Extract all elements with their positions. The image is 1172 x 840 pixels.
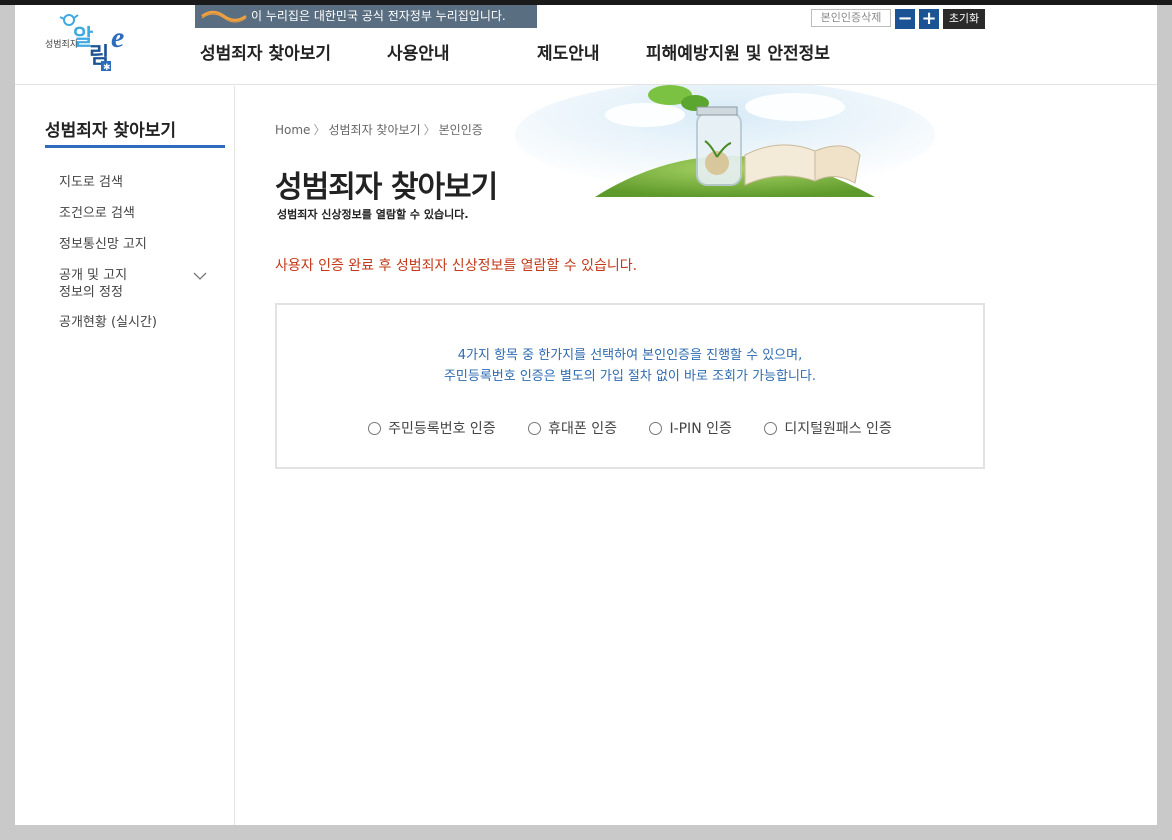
radio-button[interactable] xyxy=(368,422,382,435)
breadcrumb-current: 본인인증 xyxy=(438,123,483,137)
page-frame: 성범죄자 알 림 e ✱ 이 누리집은 대한민국 공식 전자정부 누리집입니다.… xyxy=(15,5,1157,825)
reset-zoom-button[interactable]: 초기화 xyxy=(943,9,985,29)
sidebar-item-network-notice[interactable]: 정보통신망 고지 xyxy=(59,236,147,253)
site-logo[interactable]: 성범죄자 알 림 e ✱ xyxy=(43,11,135,73)
radio-button[interactable] xyxy=(764,422,778,435)
zoom-in-button[interactable]: + xyxy=(919,9,939,29)
auth-guide-text: 4가지 항목 중 한가지를 선택하여 본인인증을 진행할 수 있으며, 주민등록… xyxy=(277,345,983,387)
gov-banner-text: 이 누리집은 대한민국 공식 전자정부 누리집입니다. xyxy=(251,9,506,23)
sidebar: 성범죄자 찾아보기 지도로 검색 조건으로 검색 정보통신망 고지 공개 및 고… xyxy=(15,86,235,825)
svg-text:✱: ✱ xyxy=(103,62,111,72)
auth-options: 주민등록번호 인증 휴대폰 인증 I-PIN 인증 디지털원패스 인증 xyxy=(277,418,983,438)
radio-button[interactable] xyxy=(649,422,663,435)
breadcrumb-separator-icon: 〉 xyxy=(313,123,326,137)
eg-emblem-icon xyxy=(201,10,247,23)
sidebar-item-map-search[interactable]: 지도로 검색 xyxy=(59,174,123,191)
site-header: 성범죄자 알 림 e ✱ 이 누리집은 대한민국 공식 전자정부 누리집입니다.… xyxy=(15,5,1157,85)
breadcrumb-home[interactable]: Home xyxy=(275,123,310,137)
nav-prevention-support[interactable]: 피해예방지원 및 안전정보 xyxy=(646,39,830,64)
auth-option-resident-number[interactable]: 주민등록번호 인증 xyxy=(368,418,496,438)
auth-option-label: 디지털원패스 인증 xyxy=(784,421,892,437)
auth-option-ipin[interactable]: I-PIN 인증 xyxy=(649,418,732,438)
breadcrumb-find-offender[interactable]: 성범죄자 찾아보기 xyxy=(328,123,420,137)
chevron-down-icon[interactable] xyxy=(193,272,207,281)
sidebar-item-disclosure-status[interactable]: 공개현황 (실시간) xyxy=(59,314,157,331)
sidebar-item-correction[interactable]: 공개 및 고지 정보의 정정 xyxy=(59,267,127,301)
auth-guide-line2: 주민등록번호 인증은 별도의 가입 절차 없이 바로 조회가 가능합니다. xyxy=(443,369,817,384)
breadcrumb-separator-icon: 〉 xyxy=(423,123,436,137)
svg-text:e: e xyxy=(111,21,124,54)
page-description: 성범죄자 신상정보를 열람할 수 있습니다. xyxy=(277,208,469,221)
delete-auth-button[interactable]: 본인인증삭제 xyxy=(811,9,891,27)
sidebar-item-correction-line2: 정보의 정정 xyxy=(59,285,123,300)
auth-notice: 사용자 인증 완료 후 성범죄자 신상정보를 열람할 수 있습니다. xyxy=(275,258,638,274)
radio-button[interactable] xyxy=(528,422,542,435)
nav-usage-guide[interactable]: 사용안내 xyxy=(387,39,450,64)
header-visual-jar-illustration xyxy=(515,85,935,197)
auth-option-mobile[interactable]: 휴대폰 인증 xyxy=(528,418,617,438)
auth-option-label: I-PIN 인증 xyxy=(669,421,732,437)
sidebar-item-correction-line1: 공개 및 고지 xyxy=(59,268,128,283)
auth-option-label: 휴대폰 인증 xyxy=(548,421,617,437)
breadcrumb: Home 〉 성범죄자 찾아보기 〉 본인인증 xyxy=(275,121,483,138)
gov-banner: 이 누리집은 대한민국 공식 전자정부 누리집입니다. xyxy=(195,5,537,28)
auth-option-label: 주민등록번호 인증 xyxy=(388,421,496,437)
nav-find-offender[interactable]: 성범죄자 찾아보기 xyxy=(200,39,331,64)
auth-option-digital-onepass[interactable]: 디지털원패스 인증 xyxy=(764,418,892,438)
nav-system-guide[interactable]: 제도안내 xyxy=(537,39,600,64)
page-title: 성범죄자 찾아보기 xyxy=(275,170,498,205)
auth-guide-line1: 4가지 항목 중 한가지를 선택하여 본인인증을 진행할 수 있으며, xyxy=(457,348,803,363)
zoom-out-button[interactable]: − xyxy=(895,9,915,29)
auth-selection-box: 4가지 항목 중 한가지를 선택하여 본인인증을 진행할 수 있으며, 주민등록… xyxy=(275,303,985,469)
sidebar-item-condition-search[interactable]: 조건으로 검색 xyxy=(59,205,135,222)
sidebar-title: 성범죄자 찾아보기 xyxy=(45,116,225,148)
